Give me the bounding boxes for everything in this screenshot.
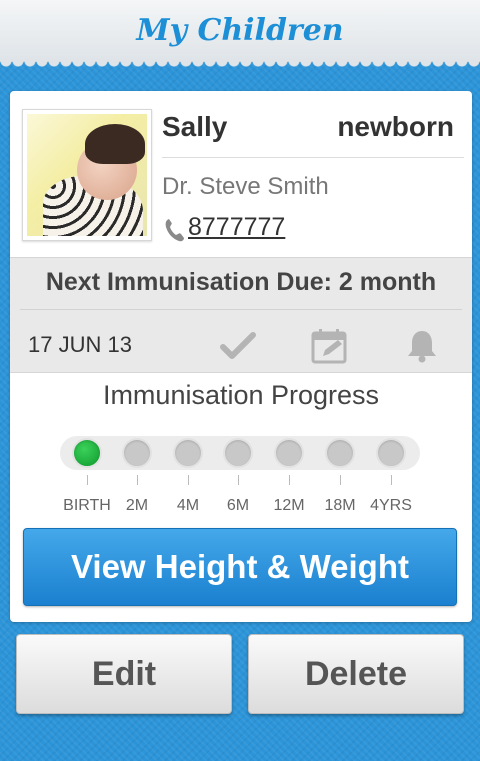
checkmark-icon[interactable] xyxy=(218,326,258,366)
progress-tick xyxy=(289,475,290,485)
divider xyxy=(162,157,464,158)
progress-dot-birth xyxy=(72,438,102,468)
child-photo[interactable] xyxy=(22,109,152,241)
progress-tick xyxy=(391,475,392,485)
view-height-weight-button[interactable]: View Height & Weight xyxy=(23,528,457,606)
child-name: Sally xyxy=(162,111,228,142)
delete-button[interactable]: Delete xyxy=(248,634,464,714)
calendar-edit-icon[interactable] xyxy=(310,326,350,366)
progress-dot-6m xyxy=(223,438,253,468)
progress-dot-12m xyxy=(274,438,304,468)
progress-title: Immunisation Progress xyxy=(102,380,380,410)
phone-icon xyxy=(164,217,186,243)
progress-tick xyxy=(340,475,341,485)
progress-tick xyxy=(137,475,138,485)
progress-dot-2m xyxy=(122,438,152,468)
next-immunisation-label: Next Immunisation Due: 2 month xyxy=(45,268,437,296)
progress-dot-4yrs xyxy=(376,438,406,468)
edit-button[interactable]: Edit xyxy=(16,634,232,714)
child-photo-image xyxy=(27,114,147,236)
immunisation-date: 17 JUN 13 xyxy=(28,332,132,357)
progress-label-4yrs: 4YRS xyxy=(370,497,412,514)
doctor-name: Dr. Steve Smith xyxy=(162,173,329,200)
progress-dot-18m xyxy=(325,438,355,468)
child-age: newborn xyxy=(337,111,454,142)
page-title: My Children xyxy=(136,13,344,48)
app-header: My Children xyxy=(0,0,480,69)
divider xyxy=(20,309,462,310)
next-immunisation-panel: Next Immunisation Due: 2 month 17 JUN 13 xyxy=(10,257,472,373)
progress-tick xyxy=(188,475,189,485)
bell-icon[interactable] xyxy=(402,326,442,366)
progress-tick xyxy=(238,475,239,485)
child-card: Sally newborn Dr. Steve Smith 8777777 Ne… xyxy=(10,91,472,622)
doctor-phone-link[interactable]: 8777777 xyxy=(188,213,285,242)
progress-tick xyxy=(87,475,88,485)
progress-dot-4m xyxy=(173,438,203,468)
